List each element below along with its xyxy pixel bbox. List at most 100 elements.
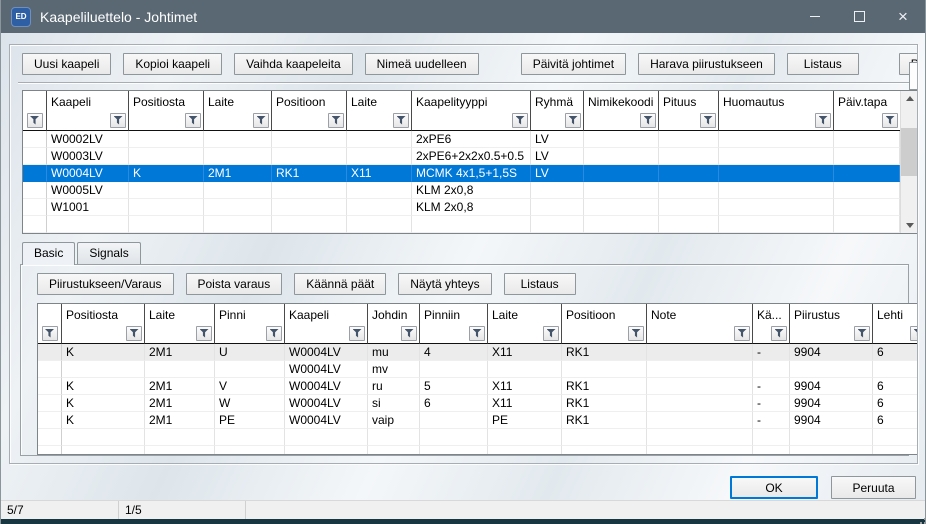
scroll-down-button[interactable] [901, 218, 918, 233]
wire-row[interactable]: K 2M1 V W0004LV ru 5 X11 RK1 - 9904 6 [38, 378, 918, 395]
wire-row[interactable]: K 2M1 W W0004LV si 6 X11 RK1 - 9904 6 [38, 395, 918, 412]
cell [834, 148, 900, 165]
col-header-kaapelityyppi[interactable]: Kaapelityyppi [412, 91, 531, 110]
filter-button[interactable] [910, 326, 918, 341]
cell: MCMK 4x1,5+1,5S [412, 165, 531, 182]
cable-row[interactable]: W0005LV KLM 2x0,8 [23, 182, 900, 199]
col-header-huomautus[interactable]: Huomautus [719, 91, 834, 110]
minimize-button[interactable] [793, 0, 837, 33]
rename-button[interactable]: Nimeä uudelleen [365, 53, 479, 75]
tab-signals[interactable]: Signals [77, 242, 140, 264]
filter-button[interactable] [854, 326, 870, 341]
col-header-pinni[interactable]: Pinni [215, 304, 285, 323]
cell: - [753, 344, 790, 361]
filter-button[interactable] [266, 326, 282, 341]
col-header-kaapeli[interactable]: Kaapeli [285, 304, 368, 323]
remove-reserve-button[interactable]: Poista varaus [186, 273, 283, 295]
cell [420, 361, 488, 378]
wires-header-row: Positiosta Laite Pinni Kaapeli Johdin Pi… [38, 304, 918, 323]
col-header-note[interactable]: Note [647, 304, 753, 323]
filter-icon [569, 116, 578, 125]
col-header-pituus[interactable]: Pituus [659, 91, 719, 110]
wire-row[interactable]: K 2M1 PE W0004LV vaip PE RK1 - 9904 6 [38, 412, 918, 429]
wires-toolbar: Piirustukseen/Varaus Poista varaus Käänn… [37, 273, 902, 295]
filter-button[interactable] [640, 113, 656, 128]
close-button[interactable]: × [881, 0, 925, 33]
filter-button[interactable] [882, 113, 898, 128]
col-header-positioon[interactable]: Positioon [562, 304, 647, 323]
col-header-piirustus[interactable]: Piirustus [790, 304, 873, 323]
filter-button[interactable] [349, 326, 365, 341]
wire-row[interactable]: W0004LV mv [38, 361, 918, 378]
to-drawing-reserve-button[interactable]: Piirustukseen/Varaus [37, 273, 174, 295]
rake-to-drawing-button[interactable]: Harava piirustukseen [638, 53, 775, 75]
filter-button[interactable] [543, 326, 559, 341]
filter-button[interactable] [185, 113, 201, 128]
filter-button[interactable] [196, 326, 212, 341]
col-header-paiv-tapa[interactable]: Päiv.tapa [834, 91, 900, 110]
col-header-laite-to[interactable]: Laite [347, 91, 412, 110]
col-header-positioon[interactable]: Positioon [272, 91, 347, 110]
swap-cables-button[interactable]: Vaihda kaapeleita [234, 53, 353, 75]
tab-basic[interactable]: Basic [22, 242, 75, 265]
filter-button[interactable] [815, 113, 831, 128]
filter-button[interactable] [734, 326, 750, 341]
scroll-thumb[interactable] [901, 128, 918, 176]
col-header-laite-from[interactable]: Laite [204, 91, 272, 110]
cell: RK1 [272, 165, 347, 182]
copy-cable-button[interactable]: Kopioi kaapeli [123, 53, 222, 75]
scroll-track[interactable] [901, 106, 918, 218]
row-indicator [23, 131, 47, 148]
col-header-lehti[interactable]: Lehti [873, 304, 918, 323]
col-header-johdin[interactable]: Johdin [368, 304, 420, 323]
filter-button[interactable] [565, 113, 581, 128]
cancel-button[interactable]: Peruuta [831, 476, 916, 499]
filter-button[interactable] [393, 113, 409, 128]
filter-button[interactable] [628, 326, 644, 341]
col-header-kaapeli[interactable]: Kaapeli [47, 91, 129, 110]
listing-button-2[interactable]: Listaus [504, 273, 576, 295]
col-header-pinniin[interactable]: Pinniin [420, 304, 488, 323]
col-header-positiosta[interactable]: Positiosta [129, 91, 204, 110]
wire-row-current[interactable]: K 2M1 U W0004LV mu 4 X11 RK1 - 9904 6 [38, 344, 918, 361]
new-cable-button[interactable]: Uusi kaapeli [22, 53, 111, 75]
filter-button[interactable] [42, 326, 58, 341]
cell: - [753, 378, 790, 395]
show-connection-button[interactable]: Näytä yhteys [398, 273, 491, 295]
tab-strip: Basic Signals [22, 242, 911, 264]
filter-button[interactable] [328, 113, 344, 128]
filter-button[interactable] [700, 113, 716, 128]
cable-row-selected[interactable]: W0004LV K 2M1 RK1 X11 MCMK 4x1,5+1,5S LV [23, 165, 900, 182]
filter-button[interactable] [27, 113, 43, 128]
filter-button[interactable] [401, 326, 417, 341]
col-header-ryhma[interactable]: Ryhmä [531, 91, 584, 110]
cables-filter-row [23, 110, 900, 131]
resize-grip[interactable] [920, 514, 922, 516]
col-header-laite-to[interactable]: Laite [488, 304, 562, 323]
flip-ends-button[interactable]: Käännä päät [294, 273, 386, 295]
filter-button[interactable] [253, 113, 269, 128]
cables-scrollbar[interactable] [900, 91, 918, 233]
filter-button[interactable] [771, 326, 787, 341]
scroll-up-button[interactable] [901, 91, 918, 106]
update-wires-button[interactable]: Päivitä johtimet [521, 53, 626, 75]
col-header-ka[interactable]: Kä... [753, 304, 790, 323]
cable-row[interactable]: W0002LV 2xPE6 LV [23, 131, 900, 148]
maximize-button[interactable] [837, 0, 881, 33]
col-header-positiosta[interactable]: Positiosta [62, 304, 145, 323]
filter-button[interactable] [469, 326, 485, 341]
col-header-laite-from[interactable]: Laite [145, 304, 215, 323]
cell: V [215, 378, 285, 395]
cell: 2M1 [145, 344, 215, 361]
ok-button[interactable]: OK [730, 476, 818, 499]
cell: W0004LV [285, 344, 368, 361]
titlebar: ED Kaapeliluettelo - Johtimet × [1, 0, 925, 33]
listing-button[interactable]: Listaus [787, 53, 859, 75]
filter-button[interactable] [512, 113, 528, 128]
cable-row[interactable]: W1001 KLM 2x0,8 [23, 199, 900, 216]
filter-button[interactable] [126, 326, 142, 341]
cable-row[interactable]: W0003LV 2xPE6+2x2x0.5+0.5 LV [23, 148, 900, 165]
filter-button[interactable] [110, 113, 126, 128]
col-header-nimikekoodi[interactable]: Nimikekoodi [584, 91, 659, 110]
cell [488, 361, 562, 378]
